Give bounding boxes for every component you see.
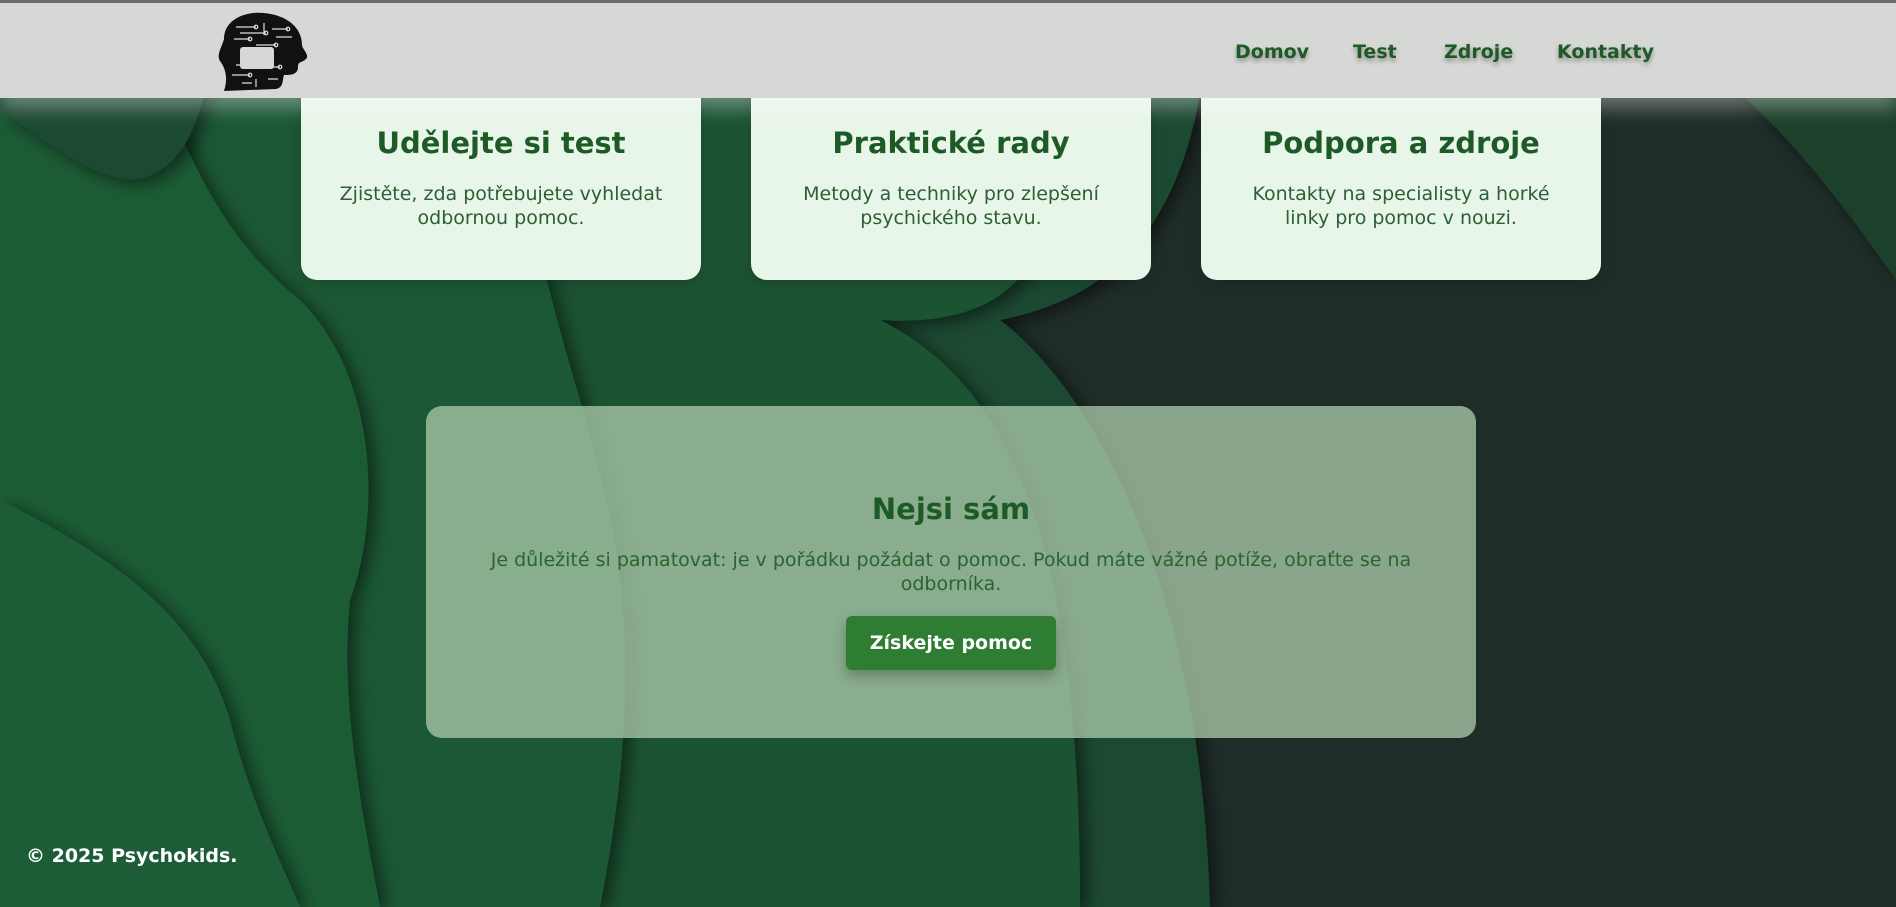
card-test[interactable]: Udělejte si test Zjistěte, zda potřebuje… bbox=[301, 70, 701, 280]
card-title: Praktické rady bbox=[832, 126, 1070, 160]
nav-domov[interactable]: Domov bbox=[1235, 41, 1309, 63]
card-title: Udělejte si test bbox=[376, 126, 626, 160]
head-circuit-logo-icon[interactable] bbox=[206, 9, 310, 93]
card-practical-tips[interactable]: Praktické rady Metody a techniky pro zle… bbox=[751, 70, 1151, 280]
nav-zdroje[interactable]: Zdroje bbox=[1444, 41, 1513, 63]
help-panel: Nejsi sám Je důležité si pamatovat: je v… bbox=[426, 406, 1476, 738]
nav-kontakty[interactable]: Kontakty bbox=[1557, 41, 1654, 63]
card-text: Metody a techniky pro zlepšení psychické… bbox=[803, 183, 1099, 229]
get-help-button[interactable]: Získejte pomoc bbox=[846, 616, 1056, 670]
site-header: Domov Test Zdroje Kontakty bbox=[0, 0, 1896, 98]
footer-copyright: © 2025 Psychokids. bbox=[26, 845, 238, 867]
panel-text: Je důležité si pamatovat: je v pořádku p… bbox=[490, 549, 1412, 595]
card-text: Zjistěte, zda potřebujete vyhledat odbor… bbox=[339, 183, 663, 229]
panel-title: Nejsi sám bbox=[871, 492, 1031, 526]
nav-test[interactable]: Test bbox=[1353, 41, 1397, 63]
card-support-resources[interactable]: Podpora a zdroje Kontakty na specialisty… bbox=[1201, 70, 1601, 280]
card-text: Kontakty na specialisty a horké linky pr… bbox=[1252, 183, 1550, 229]
card-title: Podpora a zdroje bbox=[1262, 126, 1540, 160]
